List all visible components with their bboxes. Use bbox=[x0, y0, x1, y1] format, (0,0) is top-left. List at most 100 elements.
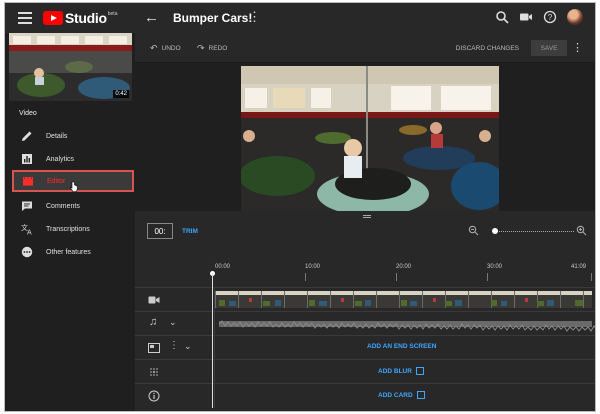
playhead[interactable] bbox=[212, 273, 213, 408]
preview-area bbox=[135, 63, 595, 211]
cursor-hand-icon bbox=[70, 181, 78, 192]
sidebar-item-label: Analytics bbox=[46, 155, 75, 163]
audio-track-label: ♫ ⌄ bbox=[135, 312, 215, 336]
save-button[interactable]: SAVE bbox=[531, 40, 567, 56]
bar-chart-icon bbox=[22, 154, 32, 164]
zoom-slider-handle[interactable] bbox=[492, 228, 499, 234]
app-name: Studio bbox=[65, 10, 107, 26]
blur-icon bbox=[150, 368, 158, 376]
ellipsis-icon bbox=[21, 246, 33, 258]
video-track-content[interactable] bbox=[215, 288, 595, 312]
svg-text:A: A bbox=[27, 230, 32, 236]
tick-label: 41:09 bbox=[571, 264, 587, 270]
film-icon bbox=[23, 177, 33, 186]
more-options-icon[interactable]: ⋮ bbox=[572, 41, 583, 54]
add-card-button[interactable]: ADD CARD bbox=[378, 391, 425, 399]
card-track-content: ADD CARD bbox=[215, 384, 595, 408]
studio-window: Studio beta ← Bumper Cars! ⋮ ? 0:42 Vide… bbox=[4, 2, 596, 412]
trim-button[interactable]: TRIM bbox=[182, 228, 198, 235]
music-note-icon: ♫ bbox=[149, 316, 158, 328]
redo-icon: ↷ bbox=[197, 43, 205, 53]
tick-label: 10:00 bbox=[305, 264, 321, 270]
video-title: Bumper Cars! bbox=[173, 11, 253, 25]
title-options-icon[interactable]: ⋮ bbox=[248, 9, 261, 25]
back-arrow-icon[interactable]: ← bbox=[144, 9, 159, 26]
tick-mark bbox=[591, 273, 592, 281]
info-icon bbox=[148, 390, 160, 402]
help-icon[interactable]: ? bbox=[543, 10, 557, 24]
sidebar-item-label: Transcriptions bbox=[46, 225, 90, 233]
chevron-down-icon[interactable]: ⌄ bbox=[184, 341, 192, 352]
sidebar-item-details[interactable]: Details bbox=[5, 125, 135, 147]
card-track: ADD CARD bbox=[135, 383, 595, 408]
video-preview[interactable] bbox=[241, 66, 499, 211]
zoom-in-icon[interactable] bbox=[576, 225, 587, 236]
audio-track: ♫ ⌄ bbox=[135, 311, 595, 336]
search-icon[interactable] bbox=[495, 10, 509, 24]
video-thumbnail[interactable]: 0:42 bbox=[9, 33, 132, 101]
youtube-play-icon bbox=[43, 11, 63, 25]
add-blur-label: ADD BLUR bbox=[378, 367, 412, 375]
end-screen-icon bbox=[148, 343, 160, 353]
external-link-icon bbox=[415, 367, 424, 375]
undo-icon: ↶ bbox=[150, 43, 158, 53]
add-card-label: ADD CARD bbox=[378, 391, 413, 399]
chevron-down-icon[interactable]: ⌄ bbox=[169, 317, 177, 328]
undo-label: UNDO bbox=[161, 45, 181, 52]
pencil-icon bbox=[22, 131, 32, 141]
sidebar-item-other-features[interactable]: Other features bbox=[5, 241, 135, 263]
translate-icon: 文A bbox=[21, 223, 32, 236]
card-track-label bbox=[135, 384, 215, 408]
avatar[interactable] bbox=[567, 9, 583, 25]
tick-label: 30:00 bbox=[487, 264, 503, 270]
tick-mark bbox=[487, 273, 488, 281]
section-title: Video bbox=[19, 110, 37, 117]
create-video-icon[interactable] bbox=[519, 10, 533, 24]
current-time-field[interactable]: 00: bbox=[147, 223, 173, 239]
tick-label: 20:00 bbox=[396, 264, 412, 270]
add-end-screen-button[interactable]: ADD AN END SCREEN bbox=[367, 343, 436, 350]
zoom-control bbox=[468, 225, 588, 237]
thumbnail-duration: 0:42 bbox=[113, 90, 129, 98]
undo-button[interactable]: ↶ UNDO bbox=[150, 43, 181, 54]
resize-handle[interactable] bbox=[363, 215, 371, 218]
redo-label: REDO bbox=[208, 45, 228, 52]
more-options-icon[interactable]: ⋮ bbox=[169, 340, 179, 351]
video-track bbox=[135, 287, 595, 312]
sidebar-item-label: Details bbox=[46, 132, 68, 140]
video-filmstrip bbox=[215, 291, 592, 308]
studio-logo[interactable]: Studio beta bbox=[43, 10, 117, 26]
tick-mark bbox=[305, 273, 306, 281]
video-track-label bbox=[135, 288, 215, 312]
audio-waveform bbox=[218, 320, 595, 332]
sidebar-item-editor[interactable]: Editor bbox=[12, 170, 134, 192]
end-screen-track-content: ADD AN END SCREEN bbox=[215, 336, 595, 360]
sidebar-item-comments[interactable]: Comments bbox=[5, 195, 135, 217]
zoom-slider-track[interactable] bbox=[492, 231, 574, 232]
discard-changes-button[interactable]: DISCARD CHANGES bbox=[456, 45, 519, 52]
sidebar: 0:42 Video Details Analytics Editor Comm… bbox=[5, 33, 135, 411]
top-icons: ? bbox=[495, 9, 583, 25]
end-screen-track-label: ⋮ ⌄ bbox=[135, 336, 215, 360]
add-blur-button[interactable]: ADD BLUR bbox=[378, 367, 424, 375]
blur-track: ADD BLUR bbox=[135, 359, 595, 384]
audio-track-content[interactable] bbox=[215, 312, 595, 336]
svg-text:?: ? bbox=[548, 13, 553, 22]
timeline-ruler[interactable]: 00:00 10:00 20:00 30:00 41:09 bbox=[215, 259, 595, 285]
sidebar-item-transcriptions[interactable]: 文A Transcriptions bbox=[5, 218, 135, 240]
sidebar-item-label: Editor bbox=[47, 177, 66, 185]
sidebar-item-analytics[interactable]: Analytics bbox=[5, 148, 135, 170]
preview-frame bbox=[241, 66, 499, 211]
beta-badge: beta bbox=[107, 11, 118, 17]
zoom-out-icon[interactable] bbox=[468, 225, 479, 236]
menu-icon[interactable] bbox=[18, 12, 32, 24]
blur-track-content: ADD BLUR bbox=[215, 360, 595, 384]
tick-mark bbox=[396, 273, 397, 281]
external-link-icon bbox=[416, 391, 425, 399]
video-camera-icon bbox=[148, 296, 160, 304]
top-bar: Studio beta ← Bumper Cars! ⋮ ? bbox=[5, 3, 595, 33]
redo-button[interactable]: ↷ REDO bbox=[197, 43, 227, 54]
sidebar-item-label: Comments bbox=[46, 202, 80, 210]
sidebar-item-label: Other features bbox=[46, 248, 91, 256]
tick-label: 00:00 bbox=[215, 264, 231, 270]
